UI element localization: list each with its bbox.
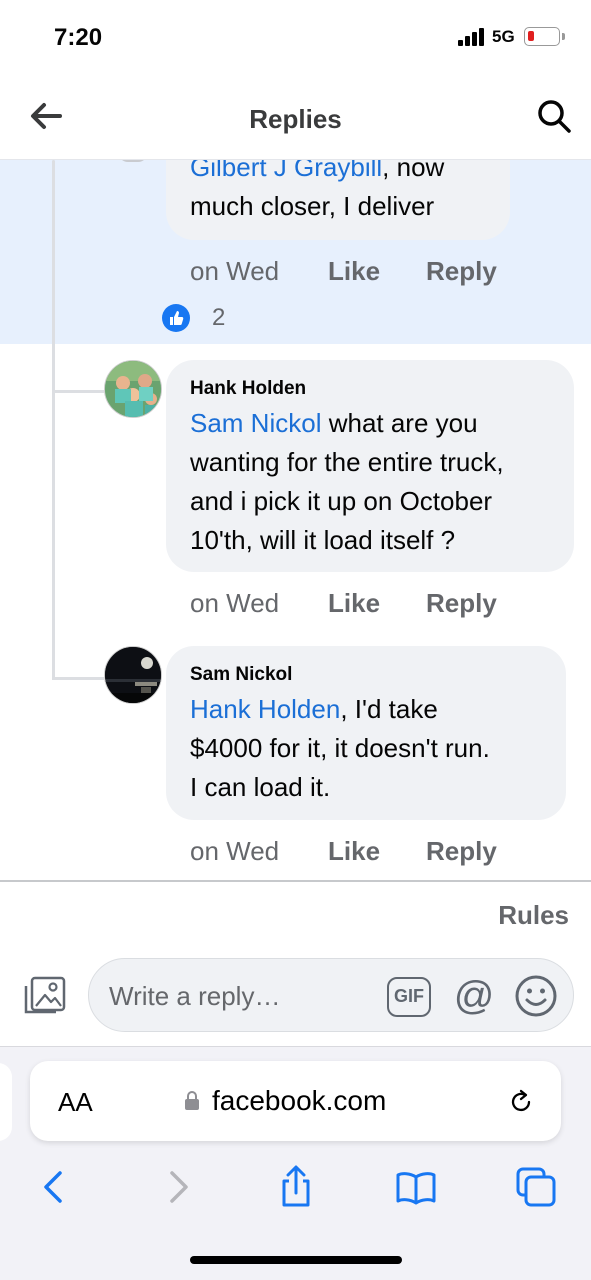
browser-toolbar: AA facebook.com	[0, 1046, 591, 1280]
battery-tip	[562, 33, 565, 40]
header: Replies	[0, 76, 591, 160]
mention-button[interactable]: @	[451, 973, 497, 1019]
search-icon[interactable]	[534, 96, 574, 136]
status-time: 7:20	[54, 24, 103, 51]
comment-text: Hank Holden, I'd take $4000 for it, it d…	[190, 694, 490, 802]
comment-time: on Wed	[190, 588, 280, 618]
like-button[interactable]: Like	[328, 256, 380, 287]
reader-settings-button[interactable]: AA	[58, 1087, 93, 1118]
comment-author[interactable]: Hank Holden	[190, 378, 306, 400]
back-chevron-icon[interactable]	[32, 1165, 76, 1209]
mention-link[interactable]: Hank Holden	[190, 694, 340, 724]
reply-button[interactable]: Reply	[426, 256, 497, 287]
reply-input[interactable]: Write a reply… GIF @	[88, 958, 574, 1032]
mention-link[interactable]: Gilbert J Graybill	[190, 160, 382, 182]
avatar[interactable]	[104, 360, 162, 418]
comment-time: on Wed	[190, 836, 280, 866]
network-label: 5G	[492, 27, 515, 46]
rules-link[interactable]: Rules	[498, 900, 569, 931]
reload-icon[interactable]	[506, 1087, 536, 1117]
reply-placeholder: Write a reply…	[109, 981, 281, 1011]
address-bar[interactable]: AA facebook.com	[30, 1061, 561, 1141]
thread-line	[52, 160, 55, 680]
comment-time: on Wed	[190, 256, 280, 286]
status-bar: 7:20 5G	[0, 0, 591, 76]
photo-icon[interactable]	[22, 974, 68, 1018]
forward-chevron-icon[interactable]	[156, 1165, 200, 1209]
replies-list: Gilbert J Graybill, now much closer, I d…	[0, 160, 591, 880]
comment-text: Gilbert J Graybill, now much closer, I d…	[190, 160, 444, 226]
bookmarks-icon[interactable]	[394, 1165, 438, 1209]
tabs-icon[interactable]	[514, 1165, 558, 1209]
thread-branch	[52, 677, 104, 680]
reaction-count: 2	[212, 304, 226, 331]
mention-link[interactable]: Sam Nickol	[190, 408, 321, 438]
thread-branch	[52, 390, 104, 393]
previous-tab[interactable]	[0, 1063, 12, 1141]
page-title: Replies	[249, 104, 342, 134]
signal-icon	[458, 28, 486, 46]
comment-author[interactable]: Sam Nickol	[190, 664, 292, 686]
reply-button[interactable]: Reply	[426, 836, 497, 867]
home-indicator	[190, 1256, 402, 1264]
share-icon[interactable]	[274, 1165, 318, 1209]
like-button[interactable]: Like	[328, 836, 380, 867]
lock-icon	[184, 1091, 200, 1111]
reply-button[interactable]: Reply	[426, 588, 497, 619]
thumbs-up-icon[interactable]	[162, 304, 190, 332]
emoji-icon[interactable]	[513, 973, 559, 1019]
url-text: facebook.com	[212, 1085, 387, 1116]
avatar[interactable]	[104, 646, 162, 704]
battery-icon	[524, 27, 560, 46]
like-button[interactable]: Like	[328, 588, 380, 619]
divider	[0, 880, 591, 882]
gif-button[interactable]: GIF	[387, 977, 431, 1017]
comment-text: Sam Nickol what are you wanting for the …	[190, 408, 504, 555]
